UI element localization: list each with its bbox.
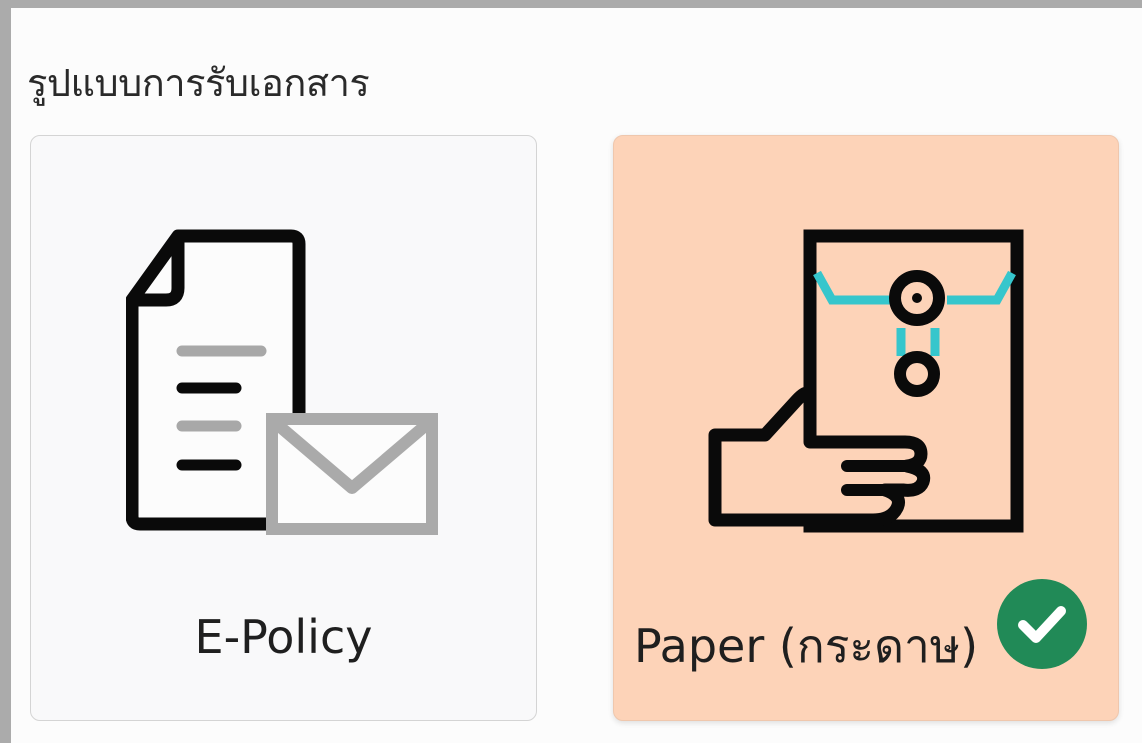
hand-holding-envelope-icon — [708, 229, 1024, 533]
option-label-e-policy: E-Policy — [194, 610, 373, 664]
document-delivery-panel: รูปแบบการรับเอกสาร E-Policy Paper (กระดา… — [11, 8, 1142, 743]
section-title: รูปแบบการรับเอกสาร — [27, 61, 370, 105]
option-label-paper: Paper (กระดาษ) — [634, 619, 979, 673]
document-email-icon — [126, 229, 438, 535]
checkmark-icon — [997, 579, 1087, 669]
option-card-e-policy[interactable]: E-Policy — [30, 135, 537, 721]
